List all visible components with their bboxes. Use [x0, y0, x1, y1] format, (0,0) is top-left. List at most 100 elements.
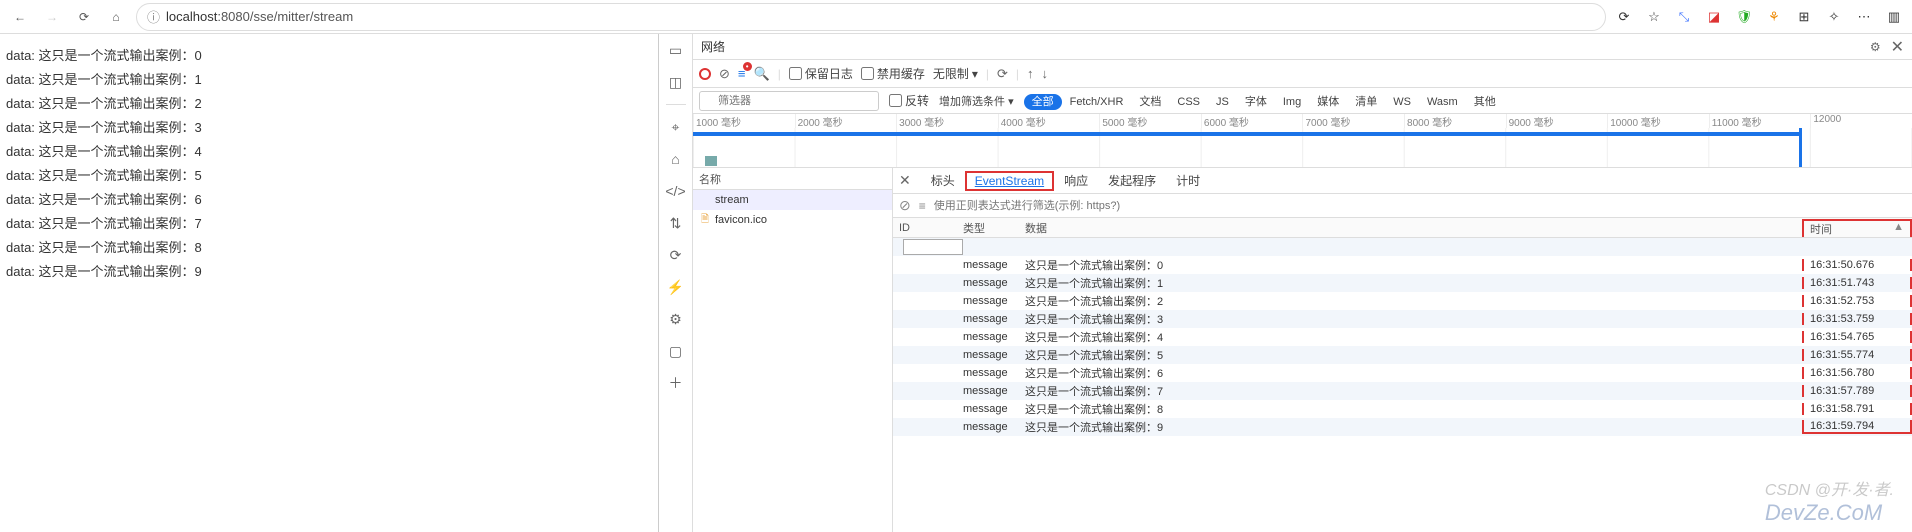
detail-tab-计时[interactable]: 计时 — [1166, 171, 1210, 191]
filter-type-全部[interactable]: 全部 — [1024, 94, 1062, 110]
filter-input[interactable] — [699, 91, 879, 111]
col-data[interactable]: 数据 — [1025, 220, 1802, 236]
block-icon[interactable]: ⊘ — [899, 197, 911, 214]
dock-icon[interactable]: ◫ — [666, 72, 686, 92]
filter-type-JS[interactable]: JS — [1208, 94, 1237, 110]
back-button[interactable]: ← — [8, 5, 32, 29]
cell-time: 16:31:58.791 — [1802, 403, 1912, 415]
disable-cache-checkbox[interactable]: 禁用缓存 — [861, 65, 925, 82]
eventstream-row[interactable]: message这只是一个流式输出案例：116:31:51.743 — [893, 274, 1912, 292]
clear-button[interactable]: ⊘ — [719, 66, 730, 82]
search-button[interactable]: 🔍 — [754, 66, 770, 82]
sync-icon[interactable]: ⟳ — [1614, 7, 1634, 27]
lighthouse-icon[interactable]: ⚡ — [666, 277, 686, 297]
network-body: 名称 stream🗎favicon.ico ✕ 标头EventStream响应发… — [693, 168, 1912, 532]
overflow-icon[interactable]: ▥ — [1884, 7, 1904, 27]
sources-icon[interactable]: </> — [666, 181, 686, 201]
upload-icon[interactable]: ↑ — [1027, 66, 1034, 81]
timeline-tick: 9000 毫秒 — [1506, 114, 1608, 128]
throttling-select[interactable]: 无限制 ▾ — [933, 65, 978, 82]
add-condition[interactable]: 增加筛选条件 ▾ — [939, 93, 1014, 109]
eventstream-row[interactable]: message这只是一个流式输出案例：816:31:58.791 — [893, 400, 1912, 418]
cell-type: message — [963, 295, 1025, 307]
detail-tab-发起程序[interactable]: 发起程序 — [1098, 171, 1166, 191]
gear-icon[interactable]: ⚙ — [1870, 40, 1881, 54]
device-toggle-icon[interactable]: ▭ — [666, 40, 686, 60]
close-detail-button[interactable]: ✕ — [899, 172, 911, 189]
filter-type-Wasm[interactable]: Wasm — [1419, 94, 1466, 110]
col-type[interactable]: 类型 — [963, 220, 1025, 236]
preserve-log-checkbox[interactable]: 保留日志 — [789, 65, 853, 82]
cell-time: 16:31:52.753 — [1802, 295, 1912, 307]
favorite-icon[interactable]: ☆ — [1644, 7, 1664, 27]
sse-line: data: 这只是一个流式输出案例：2 — [6, 92, 652, 116]
home-button[interactable]: ⌂ — [104, 5, 128, 29]
timeline-tick: 12000 — [1810, 114, 1912, 128]
eventstream-table: ID 类型 数据 时间▲ message这只是一个流式输出案例：016:31:5… — [893, 218, 1912, 532]
inspector-icon[interactable]: ⌖ — [666, 117, 686, 137]
request-item[interactable]: 🗎favicon.ico — [693, 210, 892, 230]
invert-checkbox[interactable]: 反转 — [889, 92, 929, 109]
col-time[interactable]: 时间▲ — [1802, 219, 1912, 237]
filter-type-WS[interactable]: WS — [1385, 94, 1419, 110]
wifi-throttle-icon[interactable]: ⟳ — [997, 66, 1008, 82]
eventstream-row[interactable]: message这只是一个流式输出案例：216:31:52.753 — [893, 292, 1912, 310]
settings-icon[interactable]: ⚙ — [666, 309, 686, 329]
filter-type-CSS[interactable]: CSS — [1169, 94, 1208, 110]
eventstream-row[interactable]: message这只是一个流式输出案例：916:31:59.794 — [893, 418, 1912, 436]
close-devtools-button[interactable]: ✕ — [1891, 37, 1904, 57]
filter-type-文档[interactable]: 文档 — [1131, 94, 1169, 110]
eventstream-row[interactable]: message这只是一个流式输出案例：716:31:57.789 — [893, 382, 1912, 400]
timeline-tick: 4000 毫秒 — [998, 114, 1100, 128]
detail-tab-EventStream[interactable]: EventStream — [965, 171, 1054, 191]
filter-type-字体[interactable]: 字体 — [1237, 94, 1275, 110]
puzzle-icon[interactable]: ⊞ — [1794, 7, 1814, 27]
id-filter-input[interactable] — [903, 239, 963, 255]
request-item[interactable]: stream — [693, 190, 892, 210]
forward-button[interactable]: → — [40, 5, 64, 29]
eventstream-row[interactable]: message这只是一个流式输出案例：416:31:54.765 — [893, 328, 1912, 346]
file-icon: 🗎 — [699, 214, 711, 226]
more-icon[interactable]: ⋯ — [1854, 7, 1874, 27]
elements-icon[interactable]: ⌂ — [666, 149, 686, 169]
wifi-icon[interactable]: ⟳ — [666, 245, 686, 265]
filter-toggle-button[interactable]: ≡• — [738, 66, 746, 81]
detail-tab-标头[interactable]: 标头 — [921, 171, 965, 191]
filter-type-媒体[interactable]: 媒体 — [1309, 94, 1347, 110]
col-id[interactable]: ID — [893, 222, 963, 234]
filter-input-wrap — [699, 91, 879, 111]
cell-data: 这只是一个流式输出案例：1 — [1025, 275, 1802, 291]
shield-icon[interactable]: 🛡 — [1734, 7, 1754, 27]
detail-tabs: ✕ 标头EventStream响应发起程序计时 — [893, 168, 1912, 194]
network-timeline[interactable]: 1000 毫秒2000 毫秒3000 毫秒4000 毫秒5000 毫秒6000 … — [693, 114, 1912, 168]
record-button[interactable] — [699, 68, 711, 80]
filter-type-其他[interactable]: 其他 — [1466, 94, 1504, 110]
filter-type-Img[interactable]: Img — [1275, 94, 1309, 110]
eventstream-row[interactable]: message这只是一个流式输出案例：616:31:56.780 — [893, 364, 1912, 382]
ext-red-icon[interactable]: ◪ — [1704, 7, 1724, 27]
devtools: ▭ ◫ ⌖ ⌂ </> ⇅ ⟳ ⚡ ⚙ ▢ ＋ 网络 ⚙ ✕ ⊘ ≡• — [658, 34, 1912, 532]
network-icon[interactable]: ⇅ — [666, 213, 686, 233]
download-icon[interactable]: ↓ — [1042, 66, 1049, 81]
eventstream-filter-row: ⊘ ≡ — [893, 194, 1912, 218]
eventstream-row[interactable]: message这只是一个流式输出案例：016:31:50.676 — [893, 256, 1912, 274]
eventstream-row[interactable]: message这只是一个流式输出案例：516:31:55.774 — [893, 346, 1912, 364]
expand-icon[interactable]: ⤡ — [1674, 7, 1694, 27]
timeline-tick: 3000 毫秒 — [896, 114, 998, 128]
eventstream-filter-input[interactable] — [934, 197, 1906, 215]
address-bar[interactable]: ⓘ localhost:8080/sse/mitter/stream — [136, 3, 1606, 31]
detail-tab-响应[interactable]: 响应 — [1054, 171, 1098, 191]
filter-type-Fetch/XHR[interactable]: Fetch/XHR — [1062, 94, 1132, 110]
filter-type-清单[interactable]: 清单 — [1347, 94, 1385, 110]
collection-icon[interactable]: ✧ — [1824, 7, 1844, 27]
cell-data: 这只是一个流式输出案例：3 — [1025, 311, 1802, 327]
ext-orange-icon[interactable]: ⚘ — [1764, 7, 1784, 27]
add-panel-icon[interactable]: ＋ — [666, 373, 686, 393]
eventstream-row[interactable]: message这只是一个流式输出案例：316:31:53.759 — [893, 310, 1912, 328]
cell-data: 这只是一个流式输出案例：8 — [1025, 401, 1802, 417]
devtools-sidebar: ▭ ◫ ⌖ ⌂ </> ⇅ ⟳ ⚡ ⚙ ▢ ＋ — [659, 34, 693, 532]
refresh-button[interactable]: ⟳ — [72, 5, 96, 29]
address-text: localhost:8080/sse/mitter/stream — [166, 9, 353, 24]
app-icon[interactable]: ▢ — [666, 341, 686, 361]
timeline-handle[interactable] — [1799, 128, 1802, 168]
